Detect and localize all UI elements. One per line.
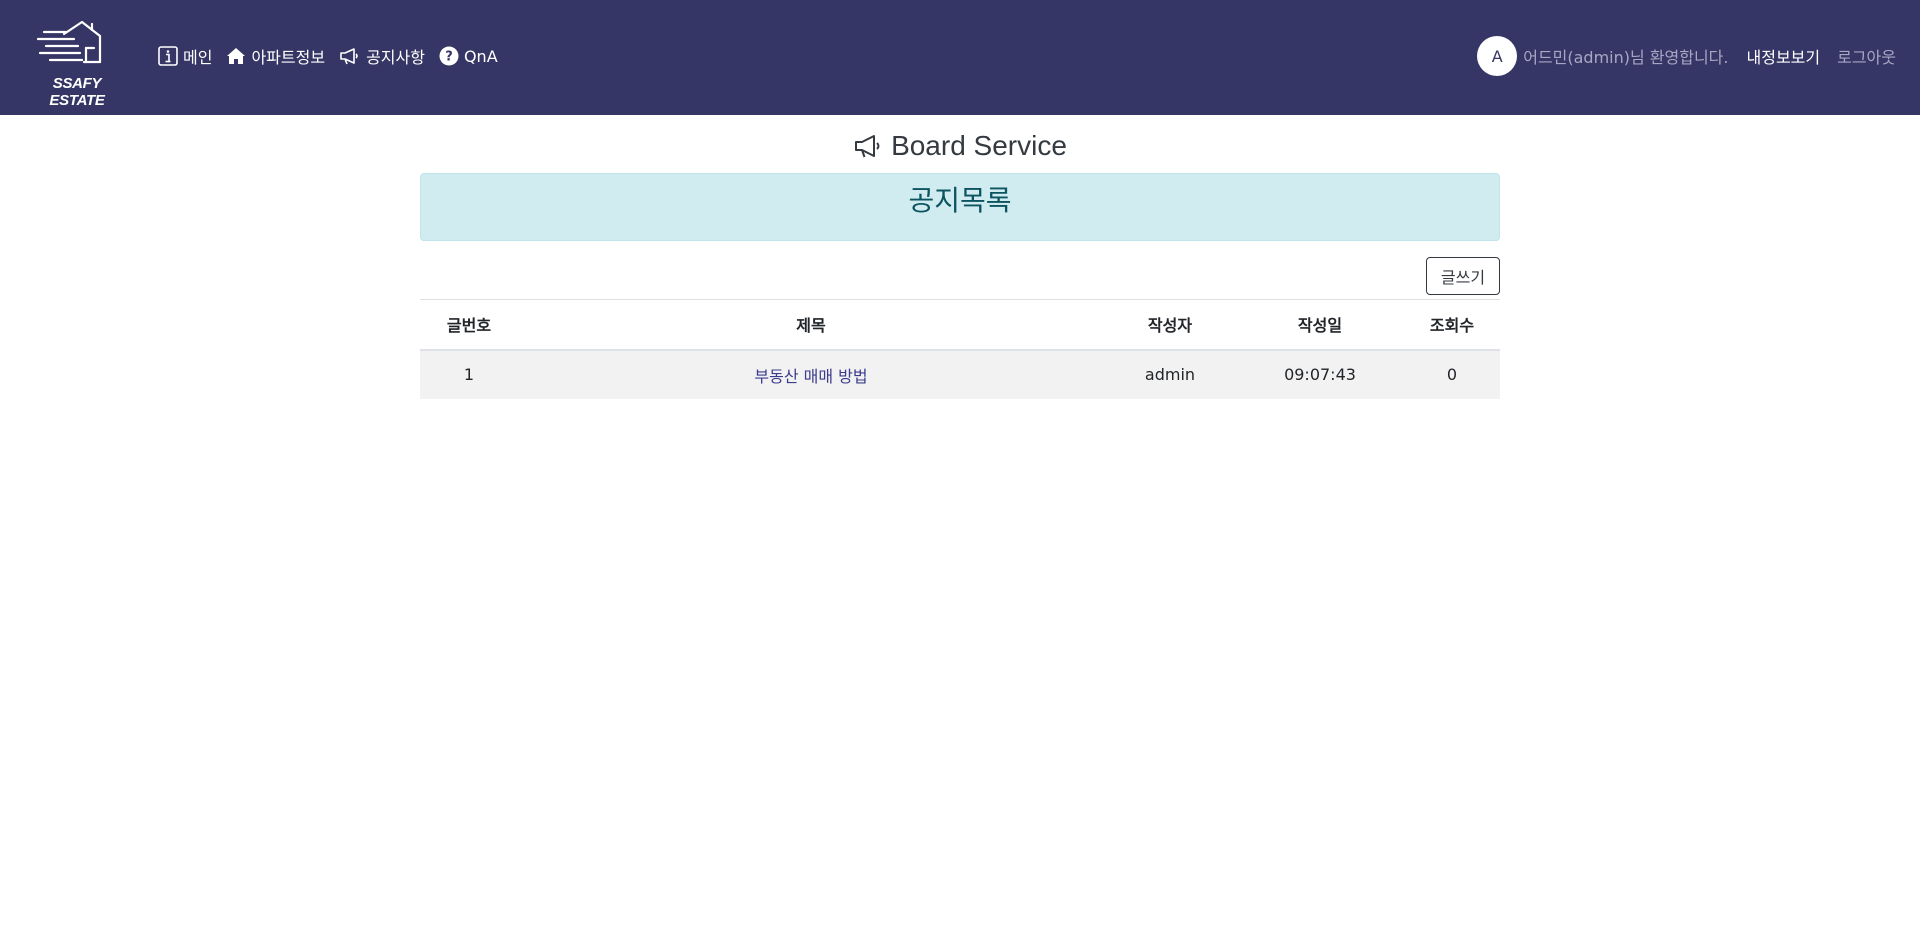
- header-writer: 작성자: [1104, 299, 1236, 351]
- page-title-text: Board Service: [891, 130, 1067, 161]
- nav-item-main[interactable]: 메인: [158, 44, 212, 68]
- nav-item-qna[interactable]: ? QnA: [439, 46, 498, 66]
- notice-table: 글번호 제목 작성자 작성일 조회수 1 부동산 매매 방법 admin 09:…: [420, 299, 1500, 399]
- nav-label-notice: 공지사항: [366, 48, 425, 67]
- nav-label-apartment: 아파트정보: [251, 48, 326, 67]
- cell-title: 부동산 매매 방법: [518, 349, 1104, 399]
- brand-logo[interactable]: SSAFY ESTATE: [26, 20, 128, 109]
- main-nav: 메인 아파트정보 공지사항 ? QnA: [158, 44, 512, 68]
- house-logo-icon: [36, 20, 102, 64]
- post-title-link[interactable]: 부동산 매매 방법: [754, 367, 867, 386]
- nav-label-main: 메인: [183, 48, 213, 67]
- table-header-row: 글번호 제목 작성자 작성일 조회수: [420, 299, 1500, 351]
- header-title: 제목: [518, 299, 1104, 351]
- megaphone-icon: [339, 47, 361, 65]
- megaphone-icon: [853, 133, 883, 159]
- svg-text:?: ?: [445, 50, 453, 65]
- cell-date: 09:07:43: [1236, 349, 1404, 399]
- navbar: SSAFY ESTATE 메인 아파트정보 공지사항 ? QnA A 어드민(a…: [0, 0, 1920, 115]
- avatar[interactable]: A: [1477, 36, 1518, 76]
- cell-no: 1: [420, 349, 518, 399]
- nav-item-apartment[interactable]: 아파트정보: [226, 44, 325, 68]
- write-button[interactable]: 글쓰기: [1426, 257, 1500, 295]
- header-no: 글번호: [420, 299, 518, 351]
- cell-writer: admin: [1104, 349, 1236, 399]
- house-icon: [226, 47, 246, 65]
- header-hit: 조회수: [1404, 299, 1500, 351]
- user-area: A 어드민(admin)님 환영합니다. 내정보보기 로그아웃: [1477, 36, 1896, 76]
- welcome-message: 어드민(admin)님 환영합니다.: [1523, 48, 1729, 67]
- mypage-link[interactable]: 내정보보기: [1747, 44, 1821, 68]
- brand-name: SSAFY ESTATE: [49, 75, 105, 109]
- page-title: Board Service: [420, 129, 1500, 163]
- info-icon: [158, 46, 178, 66]
- section-title-banner: 공지목록: [420, 173, 1500, 241]
- table-row[interactable]: 1 부동산 매매 방법 admin 09:07:43 0: [420, 349, 1500, 399]
- logout-link[interactable]: 로그아웃: [1837, 44, 1896, 68]
- cell-hit: 0: [1404, 349, 1500, 399]
- header-date: 작성일: [1236, 299, 1404, 351]
- nav-label-qna: QnA: [463, 46, 498, 66]
- nav-item-notice[interactable]: 공지사항: [339, 44, 425, 68]
- question-circle-icon: ?: [439, 46, 459, 66]
